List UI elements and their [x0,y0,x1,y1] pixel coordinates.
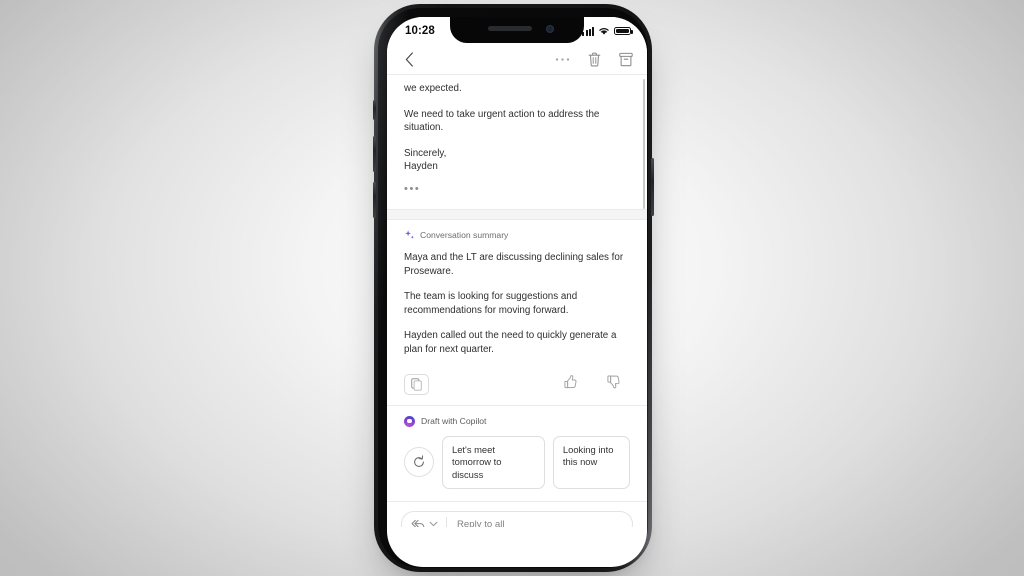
conversation-summary-card: Conversation summary Maya and the LT are… [387,219,647,365]
email-paragraph: We need to take urgent action to address… [404,108,600,134]
copy-icon [411,377,422,391]
thumbs-down-button[interactable] [607,375,620,394]
email-signoff-line: Sincerely, [404,147,447,159]
summary-paragraph: Hayden called out the need to quickly ge… [404,330,617,355]
sparkle-icon [405,230,414,239]
thumbs-up-icon [564,374,577,388]
reply-all-icon [411,519,425,527]
power-button[interactable] [650,158,654,216]
more-ellipsis-icon [555,58,570,61]
phone-screen: 10:28 we expected. We need to take urgen… [387,17,647,567]
reply-mode-selector[interactable] [411,519,446,527]
scrollbar-thumb[interactable] [642,79,645,209]
trash-icon [588,52,601,67]
suggestion-chip[interactable]: Let's meet tomorrow to discuss [442,435,545,490]
more-options-button[interactable] [555,57,570,62]
summary-paragraph: The team is looking for suggestions and … [404,291,578,316]
earpiece-speaker [488,26,532,31]
reply-bar-zone: Reply to all [387,501,647,527]
silent-switch[interactable] [372,100,376,120]
copy-summary-button[interactable] [404,373,429,395]
reply-bar[interactable]: Reply to all [401,511,633,527]
summary-feedback [564,374,630,394]
summary-title: Conversation summary [420,230,509,241]
email-content-scroll[interactable]: we expected. We need to take urgent acti… [387,75,647,527]
section-divider [387,208,647,220]
cellular-signal-icon [582,26,594,36]
phone-mockup: 10:28 we expected. We need to take urgen… [372,4,654,572]
status-indicators [582,26,633,36]
thumbs-up-button[interactable] [564,374,577,394]
battery-icon [614,26,633,36]
back-chevron-icon [405,52,413,67]
copilot-suggestions: Let's meet tomorrow to discuss Looking i… [404,435,630,490]
toolbar-actions [555,52,633,67]
phone-inner-bezel: 10:28 we expected. We need to take urgen… [378,8,648,568]
front-camera [546,25,554,33]
copilot-title: Draft with Copilot [421,416,487,427]
back-button[interactable] [399,50,419,70]
email-body: we expected. We need to take urgent acti… [387,75,647,209]
refresh-icon [414,455,424,468]
suggestion-chip[interactable]: Looking into this now [552,435,630,490]
wifi-icon [599,28,609,35]
status-time: 10:28 [405,25,435,37]
copilot-logo-icon [404,415,415,427]
refresh-suggestions-button[interactable] [404,447,434,478]
email-signoff-name: Hayden [404,161,438,173]
summary-header: Conversation summary [404,230,630,241]
copilot-draft-section: Draft with Copilot Let's meet tomorrow t… [387,405,647,502]
archive-button[interactable] [619,52,633,67]
copilot-header: Draft with Copilot [404,415,630,427]
archive-icon [619,52,633,67]
expand-quoted-text-button[interactable]: ••• [404,183,630,195]
chevron-down-icon [429,522,438,527]
delete-button[interactable] [588,52,601,67]
notch [450,17,584,43]
email-toolbar [387,45,647,75]
volume-up-button[interactable] [372,136,376,172]
volume-down-button[interactable] [372,182,376,218]
summary-action-row [387,364,647,405]
summary-paragraph: Maya and the LT are discussing declining… [404,251,624,277]
email-paragraph: we expected. [404,83,462,94]
reply-input[interactable]: Reply to all [447,519,504,527]
thumbs-down-icon [607,375,620,389]
phone-outer-frame: 10:28 we expected. We need to take urgen… [372,4,654,572]
